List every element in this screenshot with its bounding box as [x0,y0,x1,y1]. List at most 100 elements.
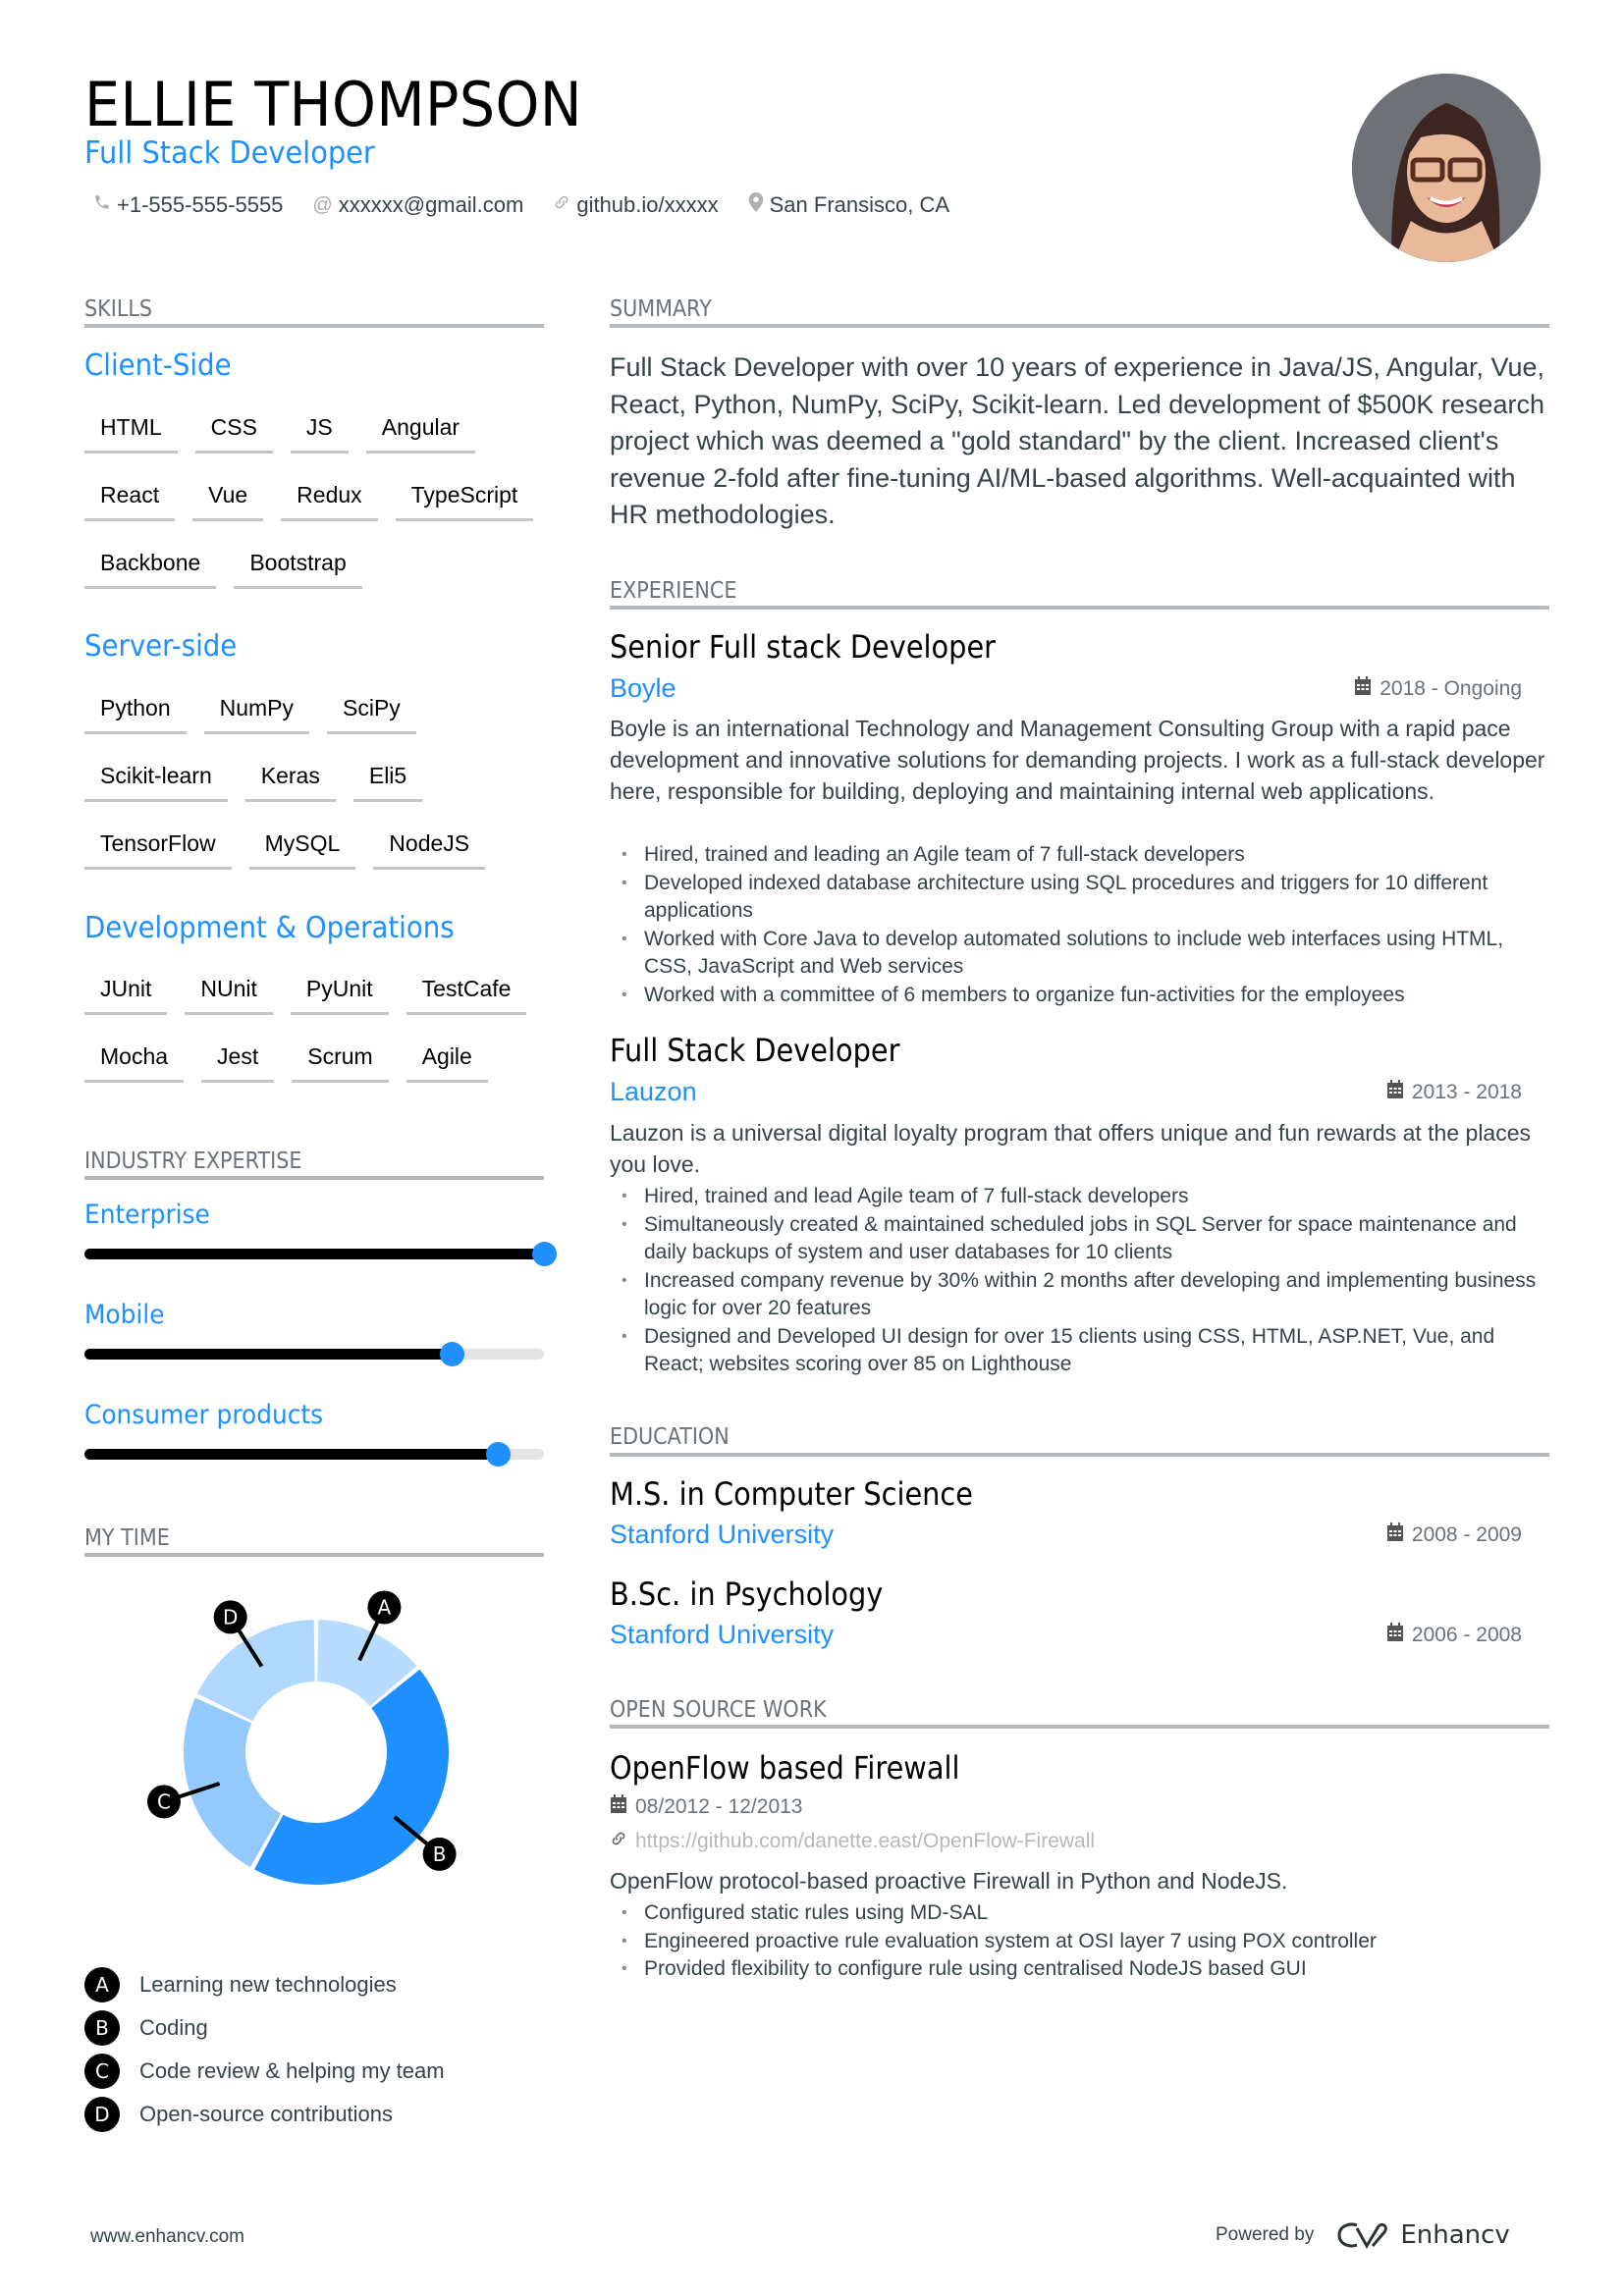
industry-heading: INDUSTRY EXPERTISE [84,1148,302,1174]
calendar-icon [610,1794,627,1820]
donut-slice-d [196,1620,315,1722]
project-link-text[interactable]: https://github.com/danette.east/OpenFlow… [635,1830,1095,1853]
job-description: Boyle is an international Technology and… [610,716,1545,804]
donut-slice-c [184,1697,282,1868]
project-dates-text: 08/2012 - 12/2013 [635,1795,803,1818]
contact-phone[interactable]: +1-555-555-5555 [93,192,283,218]
calendar-icon [1386,1080,1404,1105]
skill-tag: Mocha [84,1043,185,1083]
legend-badge: B [84,2010,120,2046]
skill-row: JUnit NUnit PyUnit TestCafe [84,976,527,1015]
education-heading: EDUCATION [610,1424,730,1450]
candidate-title: Full Stack Developer [84,135,375,171]
legend-badge: C [84,2054,120,2089]
job-dates: 2018 - Ongoing [1354,676,1522,702]
skill-tag: Vue [192,482,264,521]
degree-title: M.S. in Computer Science [610,1475,973,1513]
skill-tag: MySQL [248,830,356,870]
skill-group-title: Client-Side [84,348,232,383]
skill-tag: TestCafe [406,976,527,1015]
mytime-divider [84,1553,544,1557]
brand-logo[interactable]: Enhancv [1335,2220,1510,2250]
bullet-item: Hired, trained and lead Agile team of 7 … [610,1183,1552,1211]
job-bullets: Hired, trained and lead Agile team of 7 … [610,1183,1552,1379]
calendar-icon [1354,676,1372,702]
skill-tag: NodeJS [373,830,486,870]
expertise-label: Consumer products [84,1400,324,1430]
job-role: Full Stack Developer [610,1032,900,1069]
experience-heading: EXPERIENCE [610,578,737,604]
expertise-bar-fill [84,1349,453,1360]
project-dates: 08/2012 - 12/2013 [610,1794,802,1820]
skill-tag: Python [84,695,187,734]
skill-tag: Bootstrap [234,550,362,589]
at-icon: @ [312,193,333,216]
bullet-item: Developed indexed database architecture … [610,870,1552,926]
expertise-bar [84,1242,557,1266]
legend-badge: A [84,1967,120,2002]
skill-tag: Keras [244,763,336,802]
link-icon [553,193,570,217]
skill-row: Mocha Jest Scrum Agile [84,1043,488,1083]
school-name[interactable]: Stanford University [610,1620,834,1650]
bullet-item: Increased company revenue by 30% within … [610,1267,1552,1323]
job-dates-text: 2013 - 2018 [1411,1081,1522,1103]
skill-tag: NumPy [203,695,310,734]
bullet-item: Provided flexibility to configure rule u… [610,1955,1552,1984]
project-link[interactable]: https://github.com/danette.east/OpenFlow… [610,1830,1095,1853]
job-description: Lauzon is a universal digital loyalty pr… [610,1120,1532,1177]
job-company[interactable]: Lauzon [610,1077,697,1107]
mytime-heading: MY TIME [84,1525,170,1551]
location-pin-icon [748,192,764,218]
skill-tag: CSS [194,414,273,454]
job-company[interactable]: Boyle [610,673,676,704]
school-name[interactable]: Stanford University [610,1520,834,1550]
experience-divider [610,606,1549,610]
education-dates: 2008 - 2009 [1386,1522,1522,1548]
expertise-label: Enterprise [84,1200,210,1230]
skill-tag: React [84,482,176,521]
expertise-bar-fill [84,1249,544,1259]
project-title: OpenFlow based Firewall [610,1749,960,1787]
callout-label-d: D [223,1605,238,1629]
skill-tag: TypeScript [395,482,534,521]
legend-item: C Code review & helping my team [84,2054,445,2089]
calendar-icon [1386,1623,1404,1648]
callout-label-c: C [157,1789,171,1813]
expertise-bar-knob [440,1342,465,1366]
legend-label: Code review & helping my team [139,2058,445,2083]
contact-location-text: San Fransisco, CA [769,192,950,217]
summary-text: Full Stack Developer with over 10 years … [610,352,1545,529]
skills-heading: SKILLS [84,296,153,322]
expertise-bar-fill [84,1449,499,1460]
contact-location: San Fransisco, CA [748,192,949,218]
skill-tag: SciPy [327,695,416,734]
powered-by-text: Powered by [1216,2224,1315,2245]
expertise-bar-knob [532,1242,557,1266]
legend-item: B Coding [84,2010,208,2046]
contact-website-text: github.io/xxxxx [576,192,719,217]
enhancv-logo-icon [1337,2222,1388,2249]
education-divider [610,1453,1549,1457]
expertise-bar [84,1442,544,1467]
footer-website[interactable]: www.enhancv.com [90,2226,244,2248]
skill-tag: JUnit [84,976,168,1015]
legend-label: Open-source contributions [139,2102,394,2126]
project-bullets: Configured static rules using MD-SAL Eng… [610,1899,1552,1984]
skill-tag: JS [290,414,349,454]
skill-tag: TensorFlow [84,830,232,870]
legend-label: Learning new technologies [139,1972,397,1997]
skill-row: Python NumPy SciPy [84,695,416,734]
education-dates: 2006 - 2008 [1386,1623,1522,1648]
skill-group-title: Server-side [84,629,238,664]
avatar-portrait [1352,74,1541,262]
project-description: OpenFlow protocol-based proactive Firewa… [610,1868,1288,1894]
phone-icon [93,193,111,217]
contact-website[interactable]: github.io/xxxxx [553,192,719,218]
contact-email[interactable]: @ xxxxxx@gmail.com [312,192,523,218]
industry-divider [84,1176,544,1180]
legend-label: Coding [139,2015,208,2040]
bullet-item: Worked with Core Java to develop automat… [610,926,1552,982]
expertise-bar [84,1342,544,1366]
skill-tag: Scrum [292,1043,389,1083]
